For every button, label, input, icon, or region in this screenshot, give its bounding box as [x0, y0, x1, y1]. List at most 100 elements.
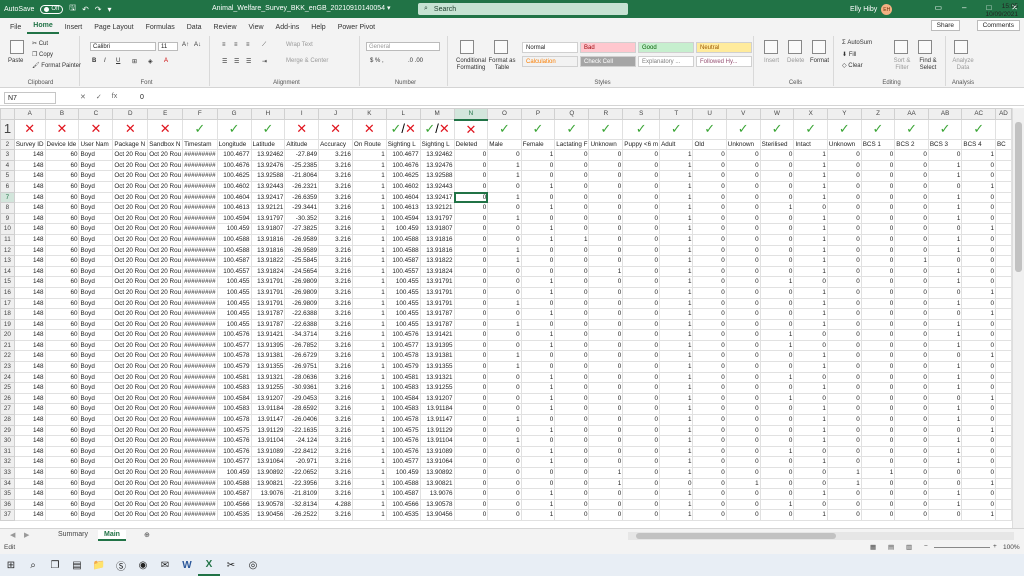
- table-cell[interactable]: #########: [182, 191, 218, 204]
- table-cell[interactable]: 0: [622, 202, 661, 214]
- table-cell[interactable]: 0: [554, 488, 590, 500]
- table-cell[interactable]: -22.3956: [284, 477, 320, 490]
- table-cell[interactable]: 13.90892: [419, 467, 455, 479]
- table-cell[interactable]: 0: [622, 435, 661, 447]
- table-cell[interactable]: 0: [520, 361, 556, 373]
- table-cell[interactable]: 3.216: [318, 212, 353, 225]
- table-cell[interactable]: 1: [759, 445, 795, 458]
- decrease-font-icon[interactable]: A↓: [194, 42, 201, 48]
- column-header-t[interactable]: T: [659, 108, 694, 121]
- table-cell[interactable]: 1: [659, 424, 694, 437]
- table-cell[interactable]: 1: [927, 445, 963, 458]
- table-cell[interactable]: 1: [793, 212, 828, 225]
- table-cell[interactable]: 0: [588, 308, 624, 320]
- table-cell[interactable]: 1: [520, 286, 556, 299]
- table-cell[interactable]: Boyd: [78, 297, 114, 310]
- table-cell[interactable]: 1: [487, 435, 522, 447]
- table-cell[interactable]: 3.216: [318, 244, 353, 257]
- table-cell[interactable]: 100.4584: [216, 392, 252, 405]
- table-cell[interactable]: 100.459: [216, 467, 252, 479]
- table-cell[interactable]: 1: [659, 159, 694, 172]
- table-cell[interactable]: 1: [351, 159, 387, 172]
- table-cell[interactable]: 0: [520, 350, 556, 363]
- table-cell[interactable]: 100.4604: [216, 191, 252, 204]
- table-cell[interactable]: 0: [622, 403, 661, 416]
- analyze-data-button[interactable]: Analyze Data: [950, 58, 976, 72]
- table-cell[interactable]: 0: [826, 339, 862, 352]
- table-cell[interactable]: 0: [588, 382, 624, 394]
- table-cell[interactable]: 1: [659, 276, 694, 288]
- table-cell[interactable]: 13.91104: [250, 435, 286, 447]
- mark-cell[interactable]: ✕: [44, 119, 80, 140]
- table-cell[interactable]: 1: [351, 297, 387, 310]
- table-cell[interactable]: 3.216: [318, 149, 353, 161]
- table-cell[interactable]: Oct 20 Rou: [112, 445, 149, 458]
- table-cell[interactable]: 100.455: [385, 318, 421, 331]
- table-cell[interactable]: 100.4677: [385, 149, 421, 161]
- table-cell[interactable]: 0: [725, 276, 761, 288]
- table-cell[interactable]: 13.91089: [250, 445, 286, 458]
- table-cell[interactable]: 13.9076: [250, 488, 286, 500]
- table-cell[interactable]: #########: [182, 318, 218, 331]
- table-cell[interactable]: 1: [351, 329, 387, 341]
- table-cell[interactable]: 100.4578: [385, 414, 421, 426]
- table-cell[interactable]: 60: [44, 361, 80, 373]
- autosum-button[interactable]: Σ AutoSum: [842, 40, 872, 46]
- header-cell[interactable]: Timestam: [182, 138, 218, 151]
- paste-icon[interactable]: [10, 40, 24, 54]
- table-cell[interactable]: 0: [520, 414, 556, 426]
- table-cell[interactable]: 0: [894, 297, 929, 310]
- table-cell[interactable]: Oct 20 Rou: [112, 361, 149, 373]
- table-cell[interactable]: 13.90578: [250, 498, 286, 511]
- table-cell[interactable]: 100.4578: [216, 414, 252, 426]
- table-cell[interactable]: 1: [351, 212, 387, 225]
- table-cell[interactable]: 0: [759, 255, 795, 267]
- table-cell[interactable]: 13.92417: [419, 191, 455, 204]
- table-cell[interactable]: 3.216: [318, 286, 353, 299]
- table-cell[interactable]: 0: [692, 265, 727, 278]
- table-cell[interactable]: 0: [453, 233, 489, 246]
- table-cell[interactable]: 0: [453, 477, 489, 490]
- table-cell[interactable]: 1: [520, 371, 556, 384]
- table-cell[interactable]: 0: [961, 276, 996, 288]
- table-cell[interactable]: 3.216: [318, 255, 353, 267]
- table-cell[interactable]: 0: [860, 308, 896, 320]
- table-cell[interactable]: #########: [182, 435, 218, 447]
- table-cell[interactable]: 0: [826, 170, 862, 182]
- table-cell[interactable]: #########: [182, 297, 218, 310]
- table-cell[interactable]: 1: [659, 371, 694, 384]
- table-cell[interactable]: 0: [487, 308, 522, 320]
- table-cell[interactable]: 0: [692, 297, 727, 310]
- table-cell[interactable]: 0: [453, 329, 489, 341]
- table-cell[interactable]: 100.459: [216, 223, 252, 235]
- table-cell[interactable]: 0: [453, 297, 489, 310]
- table-cell[interactable]: 0: [961, 233, 996, 246]
- table-cell[interactable]: 100.4577: [385, 339, 421, 352]
- table-cell[interactable]: 100.4594: [385, 212, 421, 225]
- table-cell[interactable]: 1: [793, 414, 828, 426]
- table-cell[interactable]: Oct 20 Rou: [112, 149, 149, 161]
- table-cell[interactable]: Oct 20 Rou: [112, 223, 149, 235]
- table-cell[interactable]: 0: [759, 509, 795, 521]
- table-cell[interactable]: -26.9589: [284, 233, 320, 246]
- table-cell[interactable]: Oct 20 Rou: [147, 202, 184, 214]
- table-cell[interactable]: 60: [44, 339, 80, 352]
- tab-add-ins[interactable]: Add-ins: [270, 24, 306, 34]
- table-cell[interactable]: 13.91797: [419, 212, 455, 225]
- table-cell[interactable]: 0: [520, 255, 556, 267]
- table-cell[interactable]: 0: [692, 477, 727, 490]
- table-cell[interactable]: 100.4676: [385, 159, 421, 172]
- table-cell[interactable]: Oct 20 Rou: [112, 159, 149, 172]
- table-cell[interactable]: #########: [182, 212, 218, 225]
- table-cell[interactable]: Oct 20 Rou: [112, 244, 149, 257]
- analyze-data-icon[interactable]: [954, 40, 968, 54]
- table-cell[interactable]: [994, 467, 1012, 479]
- table-cell[interactable]: 13.92417: [250, 191, 286, 204]
- table-cell[interactable]: #########: [182, 223, 218, 235]
- table-cell[interactable]: 0: [826, 244, 862, 257]
- table-cell[interactable]: 1: [927, 191, 963, 204]
- table-cell[interactable]: 0: [894, 350, 929, 363]
- table-cell[interactable]: 13.91816: [250, 233, 286, 246]
- table-cell[interactable]: 100.4576: [385, 329, 421, 341]
- table-cell[interactable]: 13.91807: [250, 223, 286, 235]
